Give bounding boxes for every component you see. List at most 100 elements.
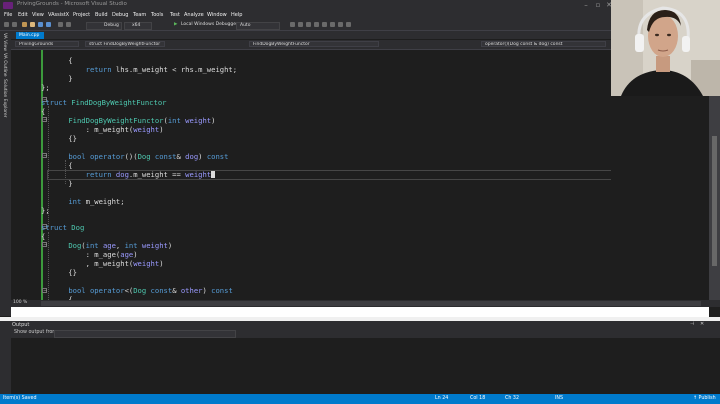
code-line-15: }	[51, 179, 73, 188]
code-line-21: {	[41, 232, 46, 241]
code-line-return-current: return dog.m_weight == weight	[51, 170, 216, 179]
toolbar-tool-icon[interactable]	[298, 22, 303, 27]
toolbar-tool-icon[interactable]	[306, 22, 311, 27]
code-line-ctor: FindDogByWeightFunctor(int weight)	[68, 116, 216, 125]
function-dropdown[interactable]: operator()(Dog const & dog) const	[481, 41, 606, 47]
menu-project[interactable]: Project	[73, 12, 90, 18]
save-all-icon[interactable]	[46, 22, 51, 27]
menu-file[interactable]: File	[4, 12, 12, 18]
open-file-icon[interactable]	[30, 22, 35, 27]
indent-guide	[48, 232, 49, 300]
status-bar: Item(s) Saved Ln 24 Col 18 Ch 32 INS ↑ P…	[0, 394, 720, 404]
struct-dropdown[interactable]: struct FindDogByWeightFunctor	[85, 41, 165, 47]
code-line-25: {}	[51, 268, 77, 277]
menu-analyze[interactable]: Analyze	[184, 12, 204, 18]
save-icon[interactable]	[38, 22, 43, 27]
publish-button[interactable]: ↑ Publish	[693, 396, 716, 401]
code-line-init-weight: , m_weight(weight)	[51, 259, 164, 268]
status-column: Col 18	[470, 396, 486, 401]
start-debugger-label[interactable]: Local Windows Debugger	[181, 22, 238, 27]
code-line-10: {}	[51, 134, 77, 143]
output-text-area[interactable]	[11, 338, 720, 394]
output-source-label: Show output from:	[14, 330, 59, 335]
code-line-2: return lhs.m_weight < rhs.m_weight;	[51, 65, 237, 74]
tab-main-cpp[interactable]: Main.cpp	[16, 31, 44, 39]
configuration-dropdown[interactable]: Debug	[86, 21, 122, 30]
menu-vassistx[interactable]: VAssistX	[48, 12, 69, 18]
va-view-tab[interactable]: VA View	[2, 33, 7, 51]
fold-toggle[interactable]: −	[42, 153, 47, 159]
splitter-band	[11, 307, 709, 317]
solution-explorer-tab[interactable]: Solution Explorer	[2, 79, 7, 118]
code-editor[interactable]: − − − − − − { return lhs.m_weight < rhs.…	[11, 50, 611, 300]
navigation-bar: PrivingGrounds struct FindDogByWeightFun…	[11, 40, 611, 50]
fold-toggle[interactable]: −	[42, 242, 47, 248]
editor-bottom-bar: 100 %	[11, 300, 720, 307]
code-line-7: {	[41, 107, 46, 116]
status-message: Item(s) Saved	[3, 396, 37, 401]
fold-toggle[interactable]: −	[42, 288, 47, 294]
code-line-operator-less: bool operator<(Dog const& other) const	[68, 286, 233, 295]
auto-dropdown[interactable]: Auto	[236, 21, 280, 30]
code-line-18: };	[41, 206, 50, 215]
code-line-member: int m_weight;	[68, 197, 125, 206]
menu-view[interactable]: View	[32, 12, 44, 18]
code-line-dog-ctor: Dog(int age, int weight)	[68, 241, 173, 250]
toolbar-tool-icon[interactable]	[330, 22, 335, 27]
presenter-image	[611, 0, 720, 96]
code-line-4: };	[41, 83, 50, 92]
start-debugging-icon[interactable]: ▶	[174, 22, 177, 27]
status-insert-mode: INS	[555, 396, 564, 401]
menu-build[interactable]: Build	[95, 12, 108, 18]
side-tool-strip: VA View VA Outline Solution Explorer	[0, 31, 11, 316]
status-char: Ch 32	[505, 396, 520, 401]
editor-horizontal-scrollbar[interactable]	[41, 301, 701, 306]
toolbar-tool-icon[interactable]	[322, 22, 327, 27]
window-title: PrivingGrounds - Microsoft Visual Studio	[17, 1, 127, 7]
code-line-1: {	[51, 56, 73, 65]
maximize-icon[interactable]: ▫	[593, 0, 603, 11]
close-panel-icon[interactable]: ✕	[700, 321, 704, 327]
member-dropdown[interactable]: FindDogByWeightFunctor	[249, 41, 379, 47]
document-tab-strip	[11, 31, 611, 39]
toolbar-tool-icon[interactable]	[338, 22, 343, 27]
menu-test[interactable]: Test	[170, 12, 180, 18]
code-line-3: }	[51, 74, 73, 83]
editor-vertical-scrollbar[interactable]	[709, 96, 720, 300]
minimize-icon[interactable]: –	[581, 0, 591, 11]
menu-debug[interactable]: Debug	[112, 12, 128, 18]
scrollbar-thumb[interactable]	[712, 136, 717, 266]
menu-team[interactable]: Team	[133, 12, 146, 18]
code-line-2-kw: return	[51, 65, 112, 74]
fold-toggle[interactable]: −	[42, 117, 47, 123]
menu-help[interactable]: Help	[231, 12, 242, 18]
toolbar-tool-icon[interactable]	[314, 22, 319, 27]
menu-window[interactable]: Window	[207, 12, 227, 18]
zoom-level[interactable]: 100 %	[13, 300, 27, 305]
code-line-init-age: : m_age(age)	[51, 250, 138, 259]
new-project-icon[interactable]	[22, 22, 27, 27]
code-line-operator-call: bool operator()(Dog const& dog) const	[68, 152, 229, 161]
webcam-overlay	[611, 0, 720, 96]
status-line: Ln 24	[435, 396, 449, 401]
toolbar-tool-icon[interactable]	[346, 22, 351, 27]
code-line-struct-dog: struct Dog	[41, 223, 85, 232]
pin-icon[interactable]: ⊣	[690, 321, 694, 327]
text-caret	[211, 171, 216, 178]
forward-icon[interactable]	[12, 22, 17, 27]
output-source-dropdown[interactable]	[54, 330, 236, 338]
back-icon[interactable]	[4, 22, 9, 27]
platform-dropdown[interactable]: x64	[124, 21, 152, 30]
menu-tools[interactable]: Tools	[151, 12, 163, 18]
menu-edit[interactable]: Edit	[18, 12, 28, 18]
code-line-struct-functor: struct FindDogByWeightFunctor	[41, 98, 167, 107]
undo-icon[interactable]	[58, 22, 63, 27]
code-editor-extension	[611, 96, 709, 300]
visual-studio-logo-icon	[3, 2, 13, 9]
redo-icon[interactable]	[66, 22, 71, 27]
output-title: Output	[12, 322, 30, 328]
toolbar-tool-icon[interactable]	[290, 22, 295, 27]
code-line-2-rest: lhs.m_weight < rhs.m_weight;	[111, 65, 238, 74]
code-line-13: {	[51, 161, 73, 170]
va-outline-tab[interactable]: VA Outline	[2, 53, 7, 77]
